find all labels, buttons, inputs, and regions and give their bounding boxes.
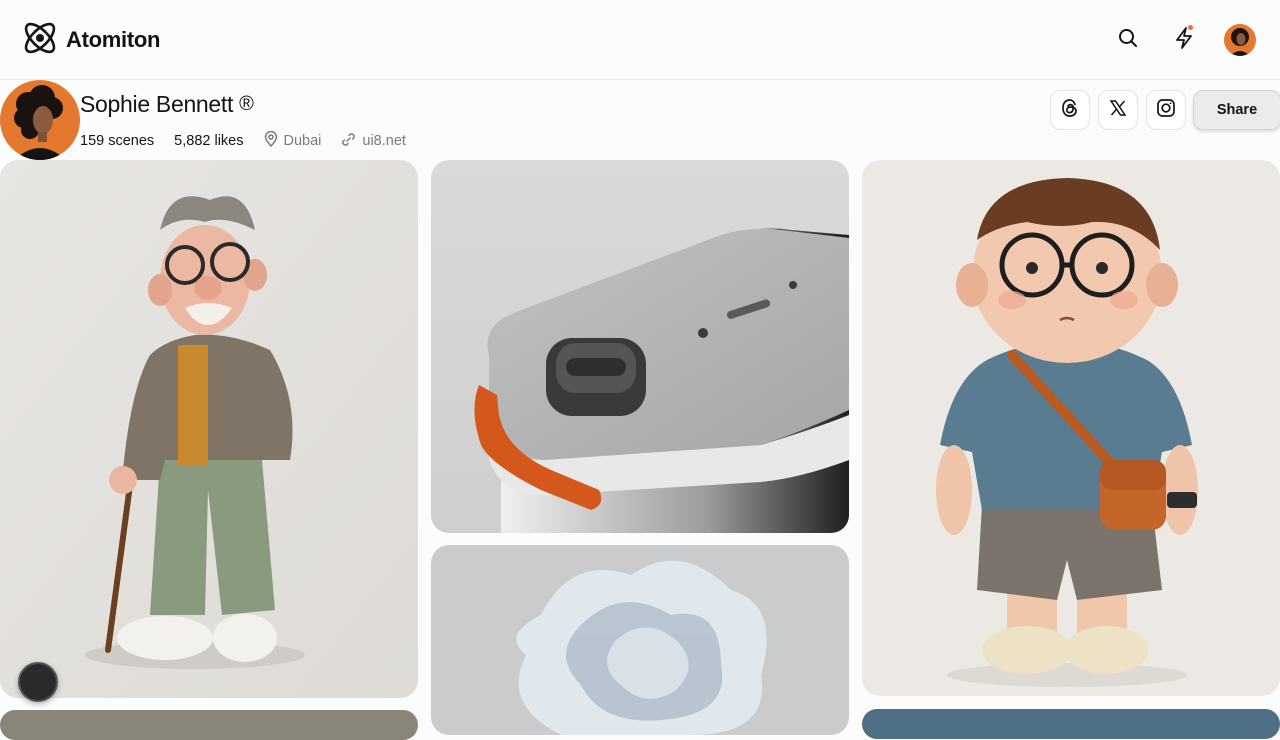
old-man-character-card[interactable] [0, 160, 418, 698]
user-avatar[interactable] [1224, 24, 1256, 56]
threads-button[interactable] [1050, 90, 1090, 130]
profile-name-text: Sophie Bennett [80, 91, 234, 117]
website-link[interactable]: ui8.net [341, 132, 406, 151]
profile-meta: 159 scenes 5,882 likes Dubai ui8.net [80, 130, 406, 151]
floating-action-button[interactable] [18, 662, 58, 702]
location-text: Dubai [283, 133, 322, 149]
likes-count: 5,882 likes [174, 133, 244, 149]
x-button[interactable] [1098, 90, 1138, 130]
profile-avatar [0, 80, 80, 160]
notification-dot [1188, 25, 1193, 30]
atom-logo-icon [20, 18, 60, 63]
product-device-image [431, 160, 849, 533]
brand-name: Atomiton [66, 27, 161, 52]
x-icon [1109, 99, 1127, 122]
share-button[interactable]: Share [1193, 90, 1280, 130]
website-text: ui8.net [362, 133, 406, 149]
instagram-icon [1156, 98, 1176, 123]
instagram-button[interactable] [1146, 90, 1186, 130]
profile-name: Sophie Bennett ® [80, 91, 254, 118]
bottom-right-card[interactable] [862, 709, 1280, 739]
search-icon [1118, 28, 1138, 53]
threads-icon [1060, 98, 1080, 123]
location: Dubai [264, 130, 322, 151]
abstract-flower-card[interactable] [431, 545, 849, 735]
boy-character-image [862, 160, 1280, 696]
registered-mark: ® [239, 93, 254, 115]
lightning-icon [1174, 26, 1194, 54]
search-button[interactable] [1112, 24, 1144, 56]
boy-character-card[interactable] [862, 160, 1280, 696]
brand-logo[interactable]: Atomiton [20, 20, 160, 60]
bottom-left-card[interactable] [0, 710, 418, 740]
activity-button[interactable] [1168, 24, 1200, 56]
abstract-flower-image [431, 545, 849, 735]
bottom-right-image [862, 709, 1280, 739]
map-pin-icon [264, 130, 278, 151]
bottom-left-image [0, 710, 418, 740]
product-device-card[interactable] [431, 160, 849, 533]
scenes-count: 159 scenes [80, 133, 155, 149]
old-man-character-image [0, 160, 418, 698]
link-icon [341, 132, 356, 151]
top-bar: Atomiton [0, 0, 1280, 80]
